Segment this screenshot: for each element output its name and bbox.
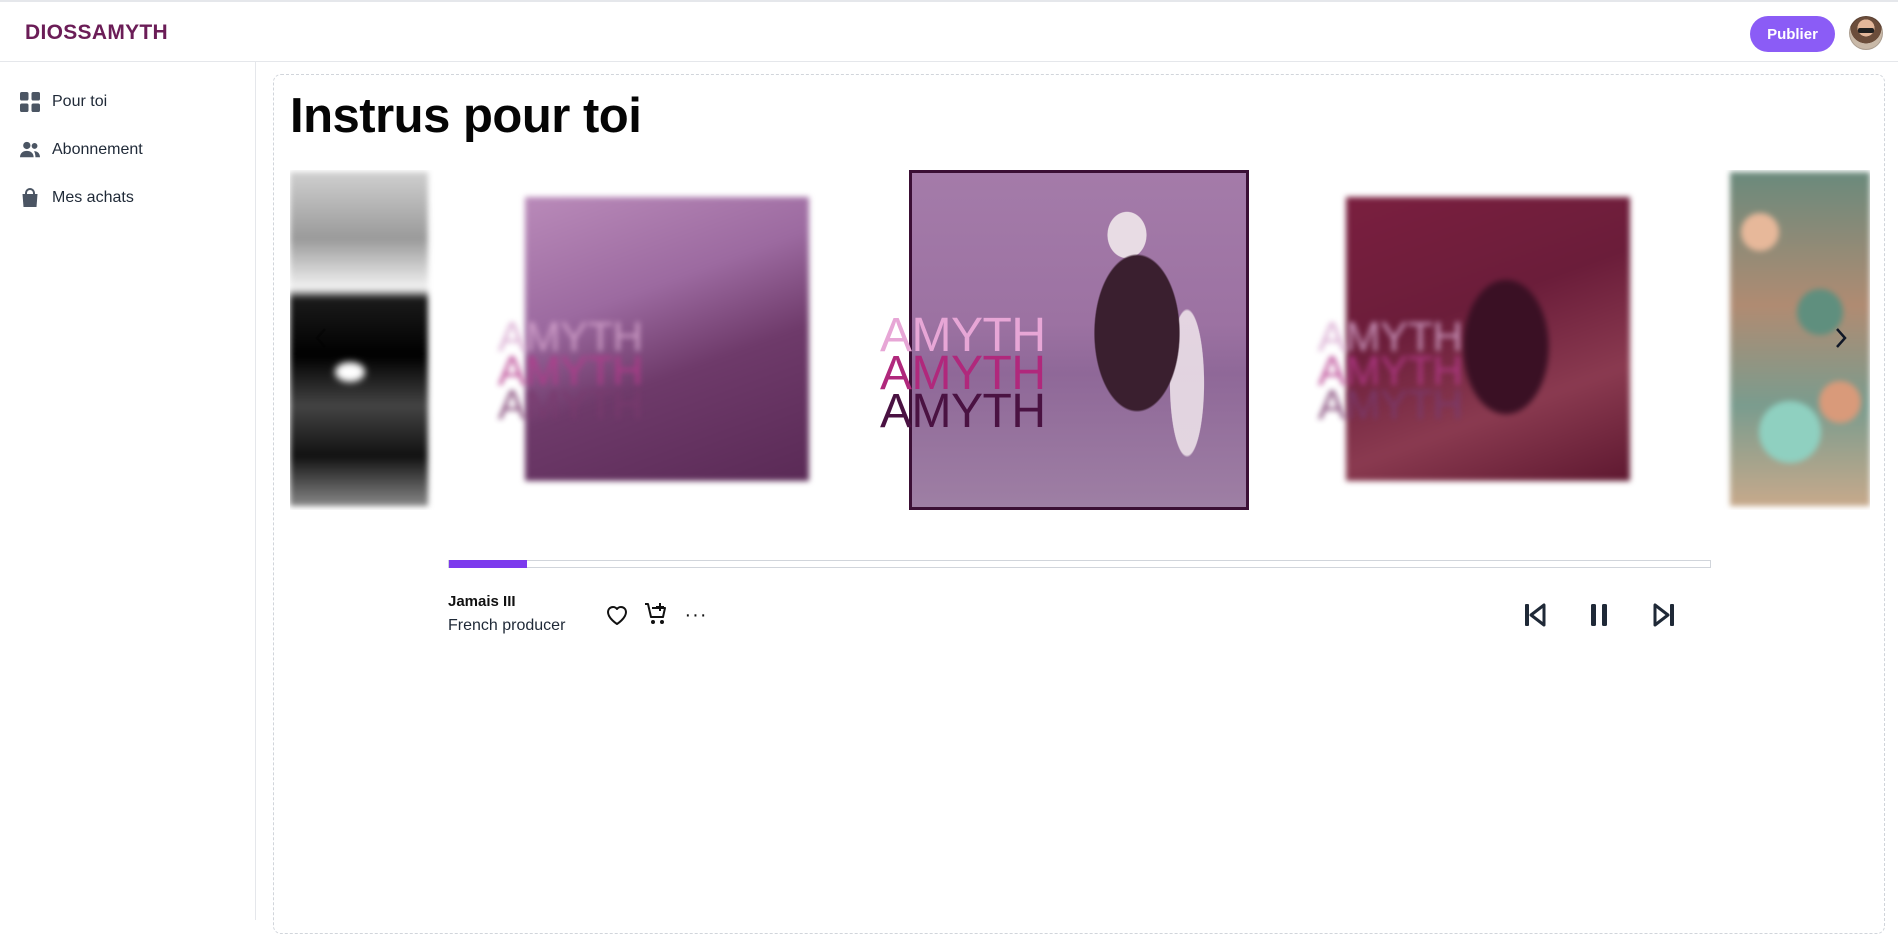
next-track-icon[interactable] bbox=[1650, 600, 1678, 630]
users-icon bbox=[20, 140, 40, 160]
brand-logo[interactable]: DIOSSAMYTH bbox=[25, 21, 168, 45]
heart-icon[interactable] bbox=[604, 602, 630, 628]
sidebar-item-pour-toi[interactable]: Pour toi bbox=[20, 87, 107, 117]
progress-fill bbox=[449, 560, 528, 568]
track-artist[interactable]: French producer bbox=[448, 617, 565, 635]
top-bar: DIOSSAMYTH Publier bbox=[0, 0, 1898, 62]
sidebar-item-abonnement[interactable]: Abonnement bbox=[20, 135, 143, 165]
sidebar-item-mes-achats[interactable]: Mes achats bbox=[20, 183, 134, 213]
page-title: Instrus pour toi bbox=[290, 89, 642, 143]
card-watermark: AMYTH AMYTH AMYTH bbox=[880, 309, 1046, 438]
track-title[interactable]: Jamais III bbox=[448, 593, 516, 610]
shopping-bag-icon bbox=[20, 188, 40, 208]
card-watermark: AMYTH AMYTH AMYTH bbox=[1318, 313, 1463, 428]
publish-button[interactable]: Publier bbox=[1750, 16, 1835, 52]
carousel-prev-arrow-icon[interactable] bbox=[308, 325, 334, 351]
add-to-cart-icon[interactable] bbox=[642, 600, 670, 628]
card-watermark: AMYTH AMYTH AMYTH bbox=[498, 313, 643, 428]
beats-carousel: AMYTH AMYTH AMYTH AMYTH AMYTH AMYTH AMYT… bbox=[290, 170, 1870, 510]
sidebar-item-label: Mes achats bbox=[52, 189, 134, 206]
grid-icon bbox=[20, 92, 40, 112]
playback-progress-bar[interactable] bbox=[448, 560, 1711, 568]
sidebar-item-label: Abonnement bbox=[52, 141, 143, 158]
sidebar-item-label: Pour toi bbox=[52, 93, 108, 110]
more-options-icon[interactable]: ··· bbox=[682, 602, 710, 628]
sidebar: Pour toi Abonnement Mes achats bbox=[0, 62, 256, 920]
previous-track-icon[interactable] bbox=[1521, 600, 1549, 630]
carousel-next-arrow-icon[interactable] bbox=[1828, 325, 1854, 351]
user-avatar[interactable] bbox=[1849, 16, 1883, 50]
pause-icon[interactable] bbox=[1586, 600, 1612, 630]
